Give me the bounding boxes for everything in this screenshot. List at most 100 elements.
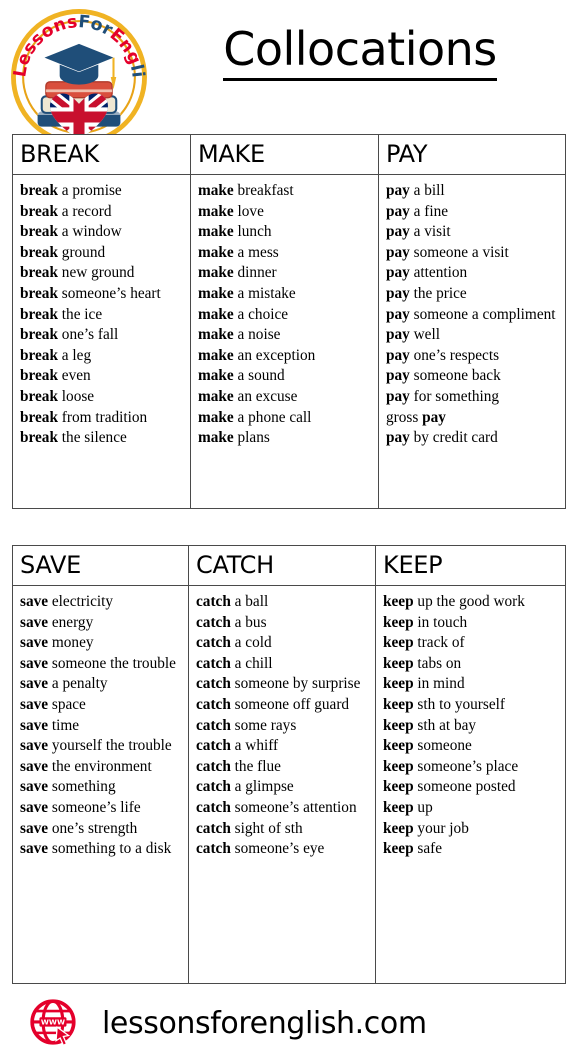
collocation-item: keep your job	[383, 819, 469, 837]
phrase-list: catch a ball catch a bus catch a cold catch…	[196, 592, 372, 860]
collocation-verb: make	[198, 243, 234, 261]
collocation-verb: pay	[386, 367, 410, 385]
collocation-item: save one’s strength	[20, 819, 138, 837]
collocation-item: keep in mind	[383, 675, 465, 693]
svg-text:WWW: WWW	[41, 1018, 65, 1027]
collocation-verb: catch	[196, 757, 231, 775]
collocation-item: pay the price	[386, 284, 467, 302]
collocation-item: gross pay	[386, 408, 446, 426]
collocation-verb: catch	[196, 634, 231, 652]
collocation-verb: break	[20, 202, 58, 220]
collocation-verb: save	[20, 737, 49, 755]
page-header: LessonsForEnglish.Com Collocations	[0, 0, 576, 145]
collocation-item: keep someone’s place	[383, 757, 519, 775]
collocation-verb: keep	[383, 737, 414, 755]
collocation-verb: keep	[383, 757, 414, 775]
collocation-item: keep someone posted	[383, 778, 516, 796]
collocation-verb: pay	[422, 408, 446, 426]
collocation-item: catch someone off guard	[196, 695, 350, 713]
collocation-item: save something	[20, 778, 116, 796]
collocation-item: pay for something	[386, 387, 500, 405]
collocation-verb: make	[198, 367, 234, 385]
collocation-verb: save	[20, 716, 49, 734]
collocation-verb: keep	[383, 593, 414, 610]
collocation-item: save yourself the trouble	[20, 737, 172, 755]
collocation-verb: save	[20, 840, 49, 858]
collocation-verb: break	[20, 223, 58, 241]
collocation-verb: catch	[196, 798, 231, 816]
collocation-verb: pay	[386, 182, 410, 199]
collocation-verb: catch	[196, 716, 231, 734]
collocation-verb: catch	[196, 840, 231, 858]
collocation-item: make breakfast	[198, 182, 294, 199]
collocation-item: save someone the trouble	[20, 654, 176, 672]
collocation-item: catch someone by surprise	[196, 675, 361, 693]
page-footer: WWW lessonsforenglish.com	[0, 990, 576, 1056]
collocation-item: keep someone	[383, 737, 472, 755]
collocation-item: pay by credit card	[386, 429, 498, 447]
collocation-verb: break	[20, 326, 58, 344]
collocation-item: keep up the good work	[383, 593, 525, 610]
collocation-verb: pay	[386, 326, 410, 344]
collocation-verb: keep	[383, 634, 414, 652]
collocation-verb: break	[20, 182, 58, 199]
collocations-table-2: SAVE CATCH KEEP save electricity save ene…	[12, 545, 566, 984]
phrase-list: save electricity save energy save money sav…	[20, 592, 185, 860]
collocation-verb: break	[20, 243, 58, 261]
collocation-item: catch the flue	[196, 757, 281, 775]
column-header-pay: PAY	[378, 134, 566, 175]
collocation-item: save someone’s life	[20, 798, 141, 816]
collocation-item: pay a bill	[386, 182, 445, 199]
collocation-verb: make	[198, 346, 234, 364]
collocation-item: keep sth at bay	[383, 716, 477, 734]
collocation-item: keep track of	[383, 634, 465, 652]
collocation-verb: catch	[196, 778, 231, 796]
collocation-verb: make	[198, 264, 234, 282]
collocation-item: save space	[20, 695, 86, 713]
collocation-item: break the silence	[20, 429, 127, 447]
collocation-item: keep in touch	[383, 613, 468, 631]
collocation-verb: break	[20, 429, 58, 447]
collocation-item: pay well	[386, 326, 440, 344]
collocation-item: make dinner	[198, 264, 277, 282]
collocation-item: save electricity	[20, 593, 114, 610]
collocation-verb: pay	[386, 243, 410, 261]
collocation-verb: catch	[196, 819, 231, 837]
collocation-verb: save	[20, 695, 49, 713]
collocation-item: break a leg	[20, 346, 92, 364]
collocation-verb: break	[20, 305, 58, 323]
collocation-item: save time	[20, 716, 80, 734]
collocation-verb: save	[20, 613, 49, 631]
collocation-item: break even	[20, 367, 91, 385]
table-header-row: BREAK MAKE PAY	[12, 134, 566, 175]
collocation-verb: make	[198, 284, 234, 302]
collocation-item: pay someone a compliment	[386, 305, 556, 323]
collocation-verb: pay	[386, 284, 410, 302]
collocation-verb: keep	[383, 798, 414, 816]
collocation-verb: keep	[383, 778, 414, 796]
collocation-item: pay a fine	[386, 202, 449, 220]
collocation-item: pay a visit	[386, 223, 451, 241]
collocation-item: catch a cold	[196, 634, 272, 652]
collocation-item: save money	[20, 634, 94, 652]
collocation-item: catch someone’s attention	[196, 798, 357, 816]
collocation-item: make lunch	[198, 223, 272, 241]
page-title: Collocations	[223, 22, 497, 82]
collocation-verb: break	[20, 367, 58, 385]
collocation-item: break the ice	[20, 305, 103, 323]
collocation-item: break one’s fall	[20, 326, 119, 344]
collocation-verb: make	[198, 182, 234, 199]
website-url: lessonsforenglish.com	[102, 1005, 427, 1041]
collocation-verb: keep	[383, 613, 414, 631]
collocation-verb: pay	[386, 387, 410, 405]
collocation-verb: pay	[386, 429, 410, 447]
collocation-verb: save	[20, 675, 49, 693]
collocation-item: make a mistake	[198, 284, 296, 302]
collocation-item: make a mess	[198, 243, 279, 261]
collocation-item: break a record	[20, 202, 112, 220]
column-header-break: BREAK	[12, 134, 191, 175]
collocation-item: catch someone’s eye	[196, 840, 325, 858]
collocation-item: pay one’s respects	[386, 346, 500, 364]
collocation-verb: break	[20, 264, 58, 282]
collocation-item: pay someone a visit	[386, 243, 509, 261]
